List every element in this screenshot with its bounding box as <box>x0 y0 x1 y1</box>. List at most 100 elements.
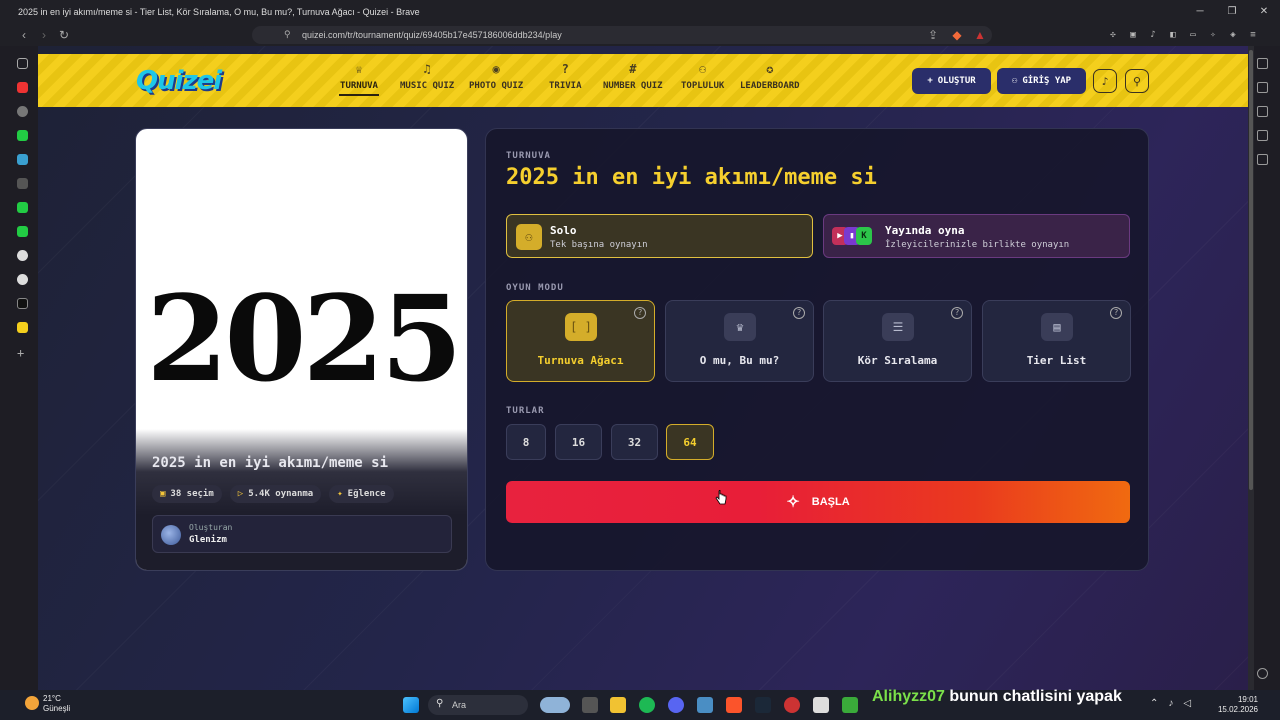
google-icon[interactable] <box>17 250 28 261</box>
windows-start-icon[interactable] <box>403 697 419 713</box>
copilot-icon[interactable] <box>540 697 570 713</box>
sidebar-tool-icon[interactable] <box>1257 58 1268 69</box>
chat-message: bunun chatlisini yapak <box>949 688 1122 705</box>
help-icon[interactable]: ? <box>1110 307 1122 319</box>
nav-label: TRIVIA <box>549 81 582 91</box>
youtube-icon[interactable] <box>17 82 28 93</box>
site-logo[interactable]: Quizei <box>136 66 222 96</box>
chevron-up-icon[interactable]: ⌃ <box>1150 698 1158 709</box>
url-bar[interactable]: ⚲ quizei.com/tr/tournament/quiz/69405b17… <box>252 26 992 44</box>
window-titlebar: 2025 in en iyi akımı/meme si - Tier List… <box>0 0 1280 24</box>
plus-icon: + <box>927 76 933 86</box>
live-option[interactable]: ▶ ▮ K Yayında oyna İzleyicilerinizle bir… <box>823 214 1130 258</box>
vpn-icon[interactable]: ◈ <box>1226 28 1240 42</box>
spotify-icon[interactable] <box>639 697 655 713</box>
hand-cursor-icon <box>715 490 727 505</box>
scrollbar-thumb[interactable] <box>1249 50 1253 490</box>
mode-bracket[interactable]: [ ] ? Turnuva Ağacı <box>506 300 655 382</box>
maximize-button[interactable]: ❐ <box>1216 0 1248 24</box>
brave-icon[interactable] <box>726 697 742 713</box>
sidebar-panel-icon[interactable] <box>17 58 28 69</box>
round-16-button[interactable]: 16 <box>555 424 602 460</box>
kick-icon-2[interactable] <box>17 202 28 213</box>
nav-number-quiz[interactable]: # NUMBER QUIZ <box>603 62 663 91</box>
nav-tournament[interactable]: ♕ TURNUVA <box>339 62 379 96</box>
brave-rewards-icon[interactable]: ▲ <box>970 28 990 42</box>
mute-icon[interactable] <box>17 178 28 189</box>
forward-icon[interactable]: › <box>34 28 54 42</box>
create-label: OLUŞTUR <box>937 76 976 86</box>
minimize-button[interactable]: ─ <box>1184 0 1216 24</box>
mode-tier-list[interactable]: ▤ ? Tier List <box>982 300 1131 382</box>
x-icon[interactable] <box>17 298 28 309</box>
brave-shields-icon[interactable]: ◆ <box>947 28 967 42</box>
sidebar-tool-icon-2[interactable] <box>1257 82 1268 93</box>
mic-icon[interactable]: ♪ <box>1168 698 1173 709</box>
search-icon: ⚲ <box>1132 74 1142 88</box>
scrollbar[interactable] <box>1248 46 1254 690</box>
share-icon[interactable]: ⇪ <box>923 28 943 42</box>
notifications-button[interactable]: ♪ <box>1093 69 1117 93</box>
search-button[interactable]: ⚲ <box>1125 69 1149 93</box>
sidebar-tool-icon-5[interactable] <box>1257 154 1268 165</box>
volume-icon[interactable]: ◁ <box>1183 698 1191 709</box>
mode-this-or-that[interactable]: ♛ ? O mu, Bu mu? <box>665 300 814 382</box>
back-icon[interactable]: ‹ <box>14 28 34 42</box>
settings-icon[interactable] <box>1257 668 1268 679</box>
kick-icon[interactable] <box>17 130 28 141</box>
site-info-icon[interactable]: ⚲ <box>284 29 291 40</box>
help-icon[interactable]: ? <box>951 307 963 319</box>
mode-label-text: Tier List <box>1026 354 1087 367</box>
section-label: TURNUVA <box>506 151 551 161</box>
game-setup-card: TURNUVA 2025 in en iyi akımı/meme si ⚇ S… <box>485 128 1149 571</box>
capcut-icon[interactable] <box>813 697 829 713</box>
extension-puzzle-icon[interactable]: ✣ <box>1106 28 1120 42</box>
task-view-icon[interactable] <box>582 697 598 713</box>
mode-blind-ranking[interactable]: ☰ ? Kör Sıralama <box>823 300 972 382</box>
leo-icon[interactable]: ✧ <box>1206 28 1220 42</box>
round-8-button[interactable]: 8 <box>506 424 546 460</box>
solo-subtitle: Tek başına oynayın <box>550 240 648 250</box>
menu-icon[interactable]: ≡ <box>1246 28 1260 42</box>
help-icon[interactable]: ? <box>634 307 646 319</box>
obs-icon[interactable] <box>784 697 800 713</box>
clock[interactable]: 19:01 15.02.2026 <box>1218 695 1258 715</box>
round-32-button[interactable]: 32 <box>611 424 658 460</box>
nav-leaderboard[interactable]: ✪ LEADERBOARD <box>740 62 800 91</box>
quizei-icon[interactable] <box>17 322 28 333</box>
extension-media-icon[interactable]: ♪ <box>1146 28 1160 42</box>
file-explorer-icon[interactable] <box>610 697 626 713</box>
login-button[interactable]: ⚇ GİRİŞ YAP <box>997 68 1086 94</box>
nav-photo-quiz[interactable]: ◉ PHOTO QUIZ <box>469 62 523 91</box>
sidebar-toggle-icon[interactable]: ◧ <box>1166 28 1180 42</box>
app-icon[interactable] <box>697 697 713 713</box>
solo-option[interactable]: ⚇ Solo Tek başına oynayın <box>506 214 813 258</box>
add-panel-icon[interactable]: + <box>17 347 28 359</box>
sidebar-tool-icon-3[interactable] <box>1257 106 1268 117</box>
round-64-button[interactable]: 64 <box>666 424 714 460</box>
sidebar-tool-icon-4[interactable] <box>1257 130 1268 141</box>
steam-icon[interactable] <box>755 697 771 713</box>
category-chip[interactable]: ✦ Eğlence <box>329 485 394 503</box>
close-button[interactable]: ✕ <box>1248 0 1280 24</box>
avatar <box>161 525 181 545</box>
kick-icon-3[interactable] <box>17 226 28 237</box>
creator-box[interactable]: Oluşturan Glenizm <box>152 515 452 553</box>
excel-icon[interactable] <box>842 697 858 713</box>
extension-screenshot-icon[interactable]: ▣ <box>1126 28 1140 42</box>
nav-trivia[interactable]: ? TRIVIA <box>549 62 582 91</box>
taskbar-search[interactable]: ⚲ Ara <box>428 695 528 715</box>
globe-icon[interactable] <box>17 106 28 117</box>
start-button[interactable]: ✧ BAŞLA <box>506 481 1130 523</box>
wallet-icon[interactable]: ▭ <box>1186 28 1200 42</box>
reload-icon[interactable]: ↻ <box>54 28 74 42</box>
nav-music-quiz[interactable]: ♫ MUSIC QUIZ <box>400 62 454 91</box>
extensions-bar: ✣ ▣ ♪ ◧ ▭ ✧ ◈ ≡ <box>1106 26 1260 44</box>
weather-widget[interactable]: 21°C Güneşli <box>25 694 70 714</box>
create-button[interactable]: + OLUŞTUR <box>912 68 991 94</box>
app-icon[interactable] <box>17 154 28 165</box>
google-icon-2[interactable] <box>17 274 28 285</box>
nav-community[interactable]: ⚇ TOPLULUK <box>681 62 724 91</box>
discord-icon[interactable] <box>668 697 684 713</box>
help-icon[interactable]: ? <box>793 307 805 319</box>
